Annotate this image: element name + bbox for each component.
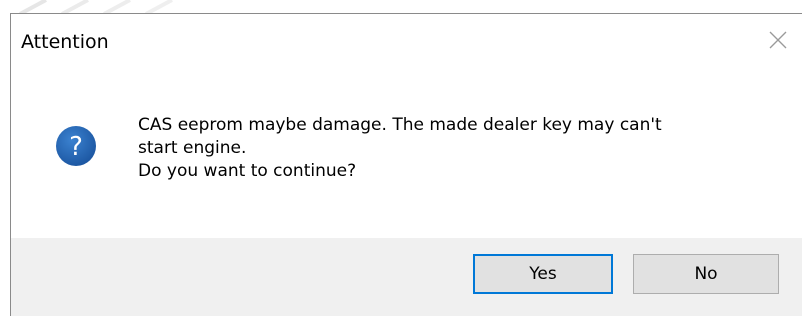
screen: Attention ? CAS eeprom maybe damage. The… [0,0,802,316]
yes-button-label: Yes [529,264,557,284]
svg-text:?: ? [69,132,83,162]
dialog-content: ? CAS eeprom maybe damage. The made deal… [11,70,802,238]
close-button[interactable] [766,28,790,52]
message-line: start engine. [138,138,247,158]
message-line: Do you want to continue? [138,161,357,181]
dialog-message: CAS eeprom maybe damage. The made dealer… [138,114,758,183]
yes-button[interactable]: Yes [473,254,613,294]
dialog-footer: Yes No [11,238,802,316]
dialog-title: Attention [21,31,109,53]
message-dialog: Attention ? CAS eeprom maybe damage. The… [10,13,802,316]
no-button-label: No [694,264,718,284]
no-button[interactable]: No [633,254,779,294]
close-icon [769,31,787,49]
question-icon: ? [56,126,96,166]
title-bar: Attention [11,14,802,70]
message-line: CAS eeprom maybe damage. The made dealer… [138,115,662,135]
